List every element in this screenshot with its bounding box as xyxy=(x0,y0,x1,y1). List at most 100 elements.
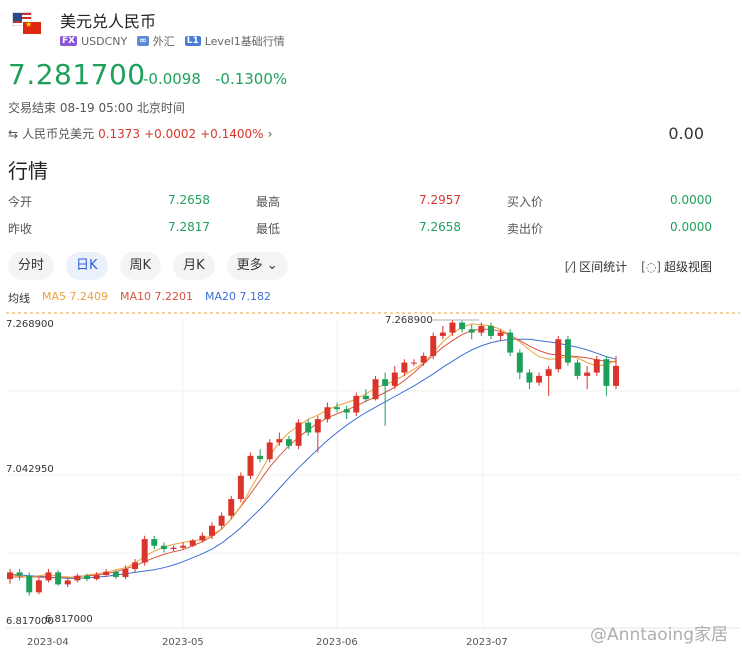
ma-lines xyxy=(9,323,617,579)
candle-body xyxy=(555,339,562,370)
candle xyxy=(459,320,466,333)
min-price-label: 6.817000 xyxy=(45,614,93,625)
candle xyxy=(257,449,264,463)
ma20-line xyxy=(9,338,617,579)
candle xyxy=(516,349,523,380)
candle-body xyxy=(487,325,494,336)
ma5-line xyxy=(9,323,617,579)
candle xyxy=(55,570,62,586)
candle-body xyxy=(93,575,100,580)
candle xyxy=(536,372,543,386)
candle-body xyxy=(7,572,13,580)
candle-body xyxy=(334,407,341,410)
candle-body xyxy=(353,395,360,413)
candle xyxy=(45,569,52,583)
candle-body xyxy=(305,422,312,433)
candle-body xyxy=(574,362,581,376)
candle xyxy=(411,359,417,366)
candle-body xyxy=(584,372,591,376)
candle-body xyxy=(103,571,110,576)
candle-body xyxy=(391,372,398,386)
x-tick-label: 2023-04 xyxy=(27,637,69,648)
candle xyxy=(35,577,42,595)
candle-body xyxy=(382,379,389,386)
max-price-label: 7.268900 xyxy=(385,315,433,326)
candle xyxy=(391,365,398,390)
candle-body xyxy=(593,359,600,373)
candle-body xyxy=(468,329,475,333)
candle-body xyxy=(545,369,552,376)
candle xyxy=(593,355,600,376)
candle xyxy=(276,432,283,446)
candle-body xyxy=(74,575,81,581)
candle-body xyxy=(209,525,215,536)
kline-chart[interactable]: 7.268900 7.042950 6.817000 7.268900 6.81… xyxy=(0,0,742,659)
candle-body xyxy=(411,362,417,364)
candle-body xyxy=(112,571,119,578)
candle xyxy=(603,355,610,396)
candle-body xyxy=(564,339,571,363)
candle-body xyxy=(516,352,523,373)
candle-body xyxy=(257,455,264,460)
candle-body xyxy=(45,572,52,581)
candle xyxy=(7,569,13,584)
candle xyxy=(64,579,71,588)
candle-body xyxy=(141,539,148,563)
candle-body xyxy=(613,365,619,386)
candle xyxy=(343,405,350,420)
candle xyxy=(334,402,341,413)
candle xyxy=(151,535,158,550)
candle-body xyxy=(218,515,225,526)
candle xyxy=(439,325,446,340)
x-tick-label: 2023-05 xyxy=(162,637,204,648)
candle xyxy=(305,419,312,436)
candle-body xyxy=(324,407,331,420)
candle-body xyxy=(83,575,90,580)
candle xyxy=(372,375,379,401)
candle xyxy=(574,359,581,380)
candle-body xyxy=(64,580,71,585)
candle xyxy=(353,392,360,416)
candle xyxy=(555,335,562,373)
y-tick-label: 7.268900 xyxy=(6,319,54,330)
candle xyxy=(584,365,591,390)
candle-body xyxy=(420,355,427,363)
candles xyxy=(7,320,619,596)
candle xyxy=(564,335,571,366)
candle-body xyxy=(160,545,167,550)
candle-body xyxy=(180,545,187,548)
candle xyxy=(507,329,514,356)
candle-body xyxy=(247,455,254,476)
candle-body xyxy=(362,395,369,400)
watermark: @Anntaoing家居 xyxy=(590,625,728,645)
candle-body xyxy=(199,535,206,541)
candle-body xyxy=(372,379,379,400)
candle-body xyxy=(170,547,177,550)
candle-body xyxy=(26,575,33,593)
candle-body xyxy=(449,322,456,333)
candle-body xyxy=(478,325,485,333)
candle-body xyxy=(459,322,466,330)
candle xyxy=(487,322,494,340)
candle-body xyxy=(276,439,283,443)
candle xyxy=(228,495,235,520)
candle-body xyxy=(16,572,23,576)
y-tick-label: 7.042950 xyxy=(6,464,54,475)
candle xyxy=(237,472,244,503)
candle-body xyxy=(228,499,235,516)
candle-body xyxy=(295,422,302,446)
candle-body xyxy=(35,580,42,593)
candle xyxy=(449,320,456,336)
candle-body xyxy=(55,572,62,585)
candle xyxy=(613,355,619,390)
x-tick-label: 2023-07 xyxy=(466,637,508,648)
candle xyxy=(468,324,475,340)
candle-body xyxy=(285,439,292,446)
candle xyxy=(247,452,254,480)
candle xyxy=(16,569,23,581)
candle xyxy=(141,535,148,566)
candle xyxy=(170,545,177,552)
candle-body xyxy=(603,359,610,386)
candle xyxy=(430,332,437,360)
x-tick-label: 2023-06 xyxy=(316,637,358,648)
